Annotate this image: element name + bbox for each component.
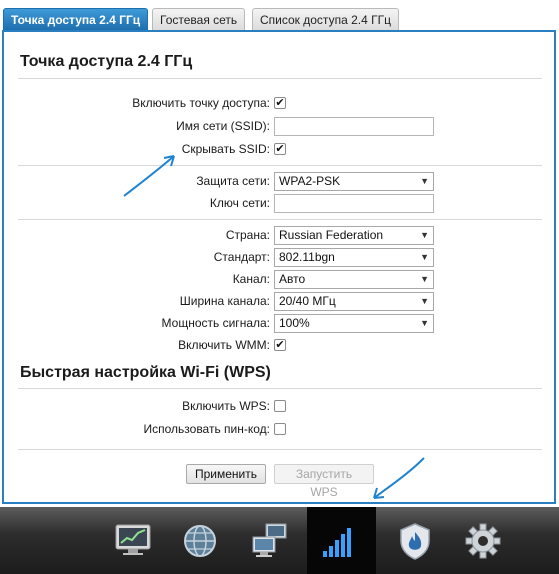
chevron-down-icon: ▼ (420, 274, 429, 284)
hide-ssid-row: Скрывать SSID: ✔ (4, 139, 554, 159)
nav-home-network-button[interactable] (240, 507, 300, 574)
security-select[interactable]: WPA2-PSK ▼ (274, 172, 434, 191)
tab-access-point-2-4[interactable]: Точка доступа 2.4 ГГц (3, 8, 149, 30)
bandwidth-label: Ширина канала: (179, 294, 270, 308)
power-select[interactable]: 100% ▼ (274, 314, 434, 333)
nav-security-button[interactable] (385, 507, 445, 574)
tab-access-list-2-4[interactable]: Список доступа 2.4 ГГц (252, 8, 399, 30)
ssid-input[interactable] (274, 117, 434, 136)
tab-guest-network[interactable]: Гостевая сеть (152, 8, 246, 30)
chevron-down-icon: ▼ (420, 252, 429, 262)
standard-select[interactable]: 802.11bgn ▼ (274, 248, 434, 267)
key-label: Ключ сети: (209, 196, 270, 210)
use-pin-checkbox[interactable] (274, 423, 286, 435)
globe-icon (184, 525, 216, 557)
use-pin-row: Использовать пин-код: (4, 419, 554, 439)
enable-ap-checkbox[interactable]: ✔ (274, 97, 286, 109)
power-value: 100% (279, 316, 310, 330)
power-row: Мощность сигнала: 100% ▼ (4, 313, 554, 333)
channel-value: Авто (279, 272, 306, 286)
section-divider (18, 78, 542, 79)
wmm-row: Включить WMM: ✔ (4, 335, 554, 355)
ssid-label: Имя сети (SSID): (176, 119, 270, 133)
country-label: Страна: (225, 228, 270, 242)
gear-icon (465, 523, 501, 559)
nav-internet-button[interactable] (170, 507, 230, 574)
section-divider (18, 449, 542, 450)
channel-label: Канал: (232, 272, 270, 286)
bandwidth-select[interactable]: 20/40 МГц ▼ (274, 292, 434, 311)
security-value: WPA2-PSK (279, 174, 341, 188)
section-divider (18, 165, 542, 166)
standard-value: 802.11bgn (279, 250, 335, 264)
run-wps-button[interactable]: Запустить WPS (274, 464, 374, 499)
nav-monitor-button[interactable] (103, 507, 163, 574)
enable-wps-checkbox[interactable] (274, 400, 286, 412)
standard-label: Стандарт: (213, 250, 270, 264)
bandwidth-row: Ширина канала: 20/40 МГц ▼ (4, 291, 554, 311)
enable-wps-label: Включить WPS: (182, 399, 270, 413)
shield-flame-icon (400, 523, 430, 560)
hide-ssid-label: Скрывать SSID: (181, 142, 270, 156)
enable-ap-label: Включить точку доступа: (132, 96, 270, 110)
wmm-label: Включить WMM: (178, 338, 270, 352)
key-row: Ключ сети: (4, 193, 554, 213)
settings-panel: Точка доступа 2.4 ГГц Включить точку дос… (2, 30, 556, 504)
monitor-chart-icon (115, 524, 151, 555)
chevron-down-icon: ▼ (420, 318, 429, 328)
channel-row: Канал: Авто ▼ (4, 269, 554, 289)
key-input[interactable] (274, 194, 434, 213)
chevron-down-icon: ▼ (420, 176, 429, 186)
wifi-signal-icon (323, 528, 351, 557)
section-divider (18, 388, 542, 389)
hide-ssid-checkbox[interactable]: ✔ (274, 143, 286, 155)
access-point-section-title: Точка доступа 2.4 ГГц (20, 53, 193, 70)
country-row: Страна: Russian Federation ▼ (4, 225, 554, 245)
channel-select[interactable]: Авто ▼ (274, 270, 434, 289)
country-value: Russian Federation (279, 228, 384, 242)
wmm-checkbox[interactable]: ✔ (274, 339, 286, 351)
tab-bar: Точка доступа 2.4 ГГц Гостевая сеть Спис… (0, 0, 559, 30)
security-row: Защита сети: WPA2-PSK ▼ (4, 171, 554, 191)
bottom-nav-bar (0, 507, 559, 574)
nav-system-button[interactable] (453, 507, 513, 574)
enable-wps-row: Включить WPS: (4, 396, 554, 416)
enable-ap-row: Включить точку доступа: ✔ (4, 93, 554, 113)
country-select[interactable]: Russian Federation ▼ (274, 226, 434, 245)
security-label: Защита сети: (196, 174, 270, 188)
wps-section-title: Быстрая настройка Wi-Fi (WPS) (20, 364, 271, 381)
standard-row: Стандарт: 802.11bgn ▼ (4, 247, 554, 267)
bandwidth-value: 20/40 МГц (279, 294, 336, 308)
chevron-down-icon: ▼ (420, 296, 429, 306)
apply-button[interactable]: Применить (186, 464, 267, 484)
nav-wifi-button[interactable] (307, 507, 376, 574)
use-pin-label: Использовать пин-код: (143, 422, 270, 436)
ssid-row: Имя сети (SSID): (4, 116, 554, 136)
power-label: Мощность сигнала: (161, 316, 270, 330)
chevron-down-icon: ▼ (420, 230, 429, 240)
section-divider (18, 219, 542, 220)
network-computers-icon (252, 523, 287, 557)
